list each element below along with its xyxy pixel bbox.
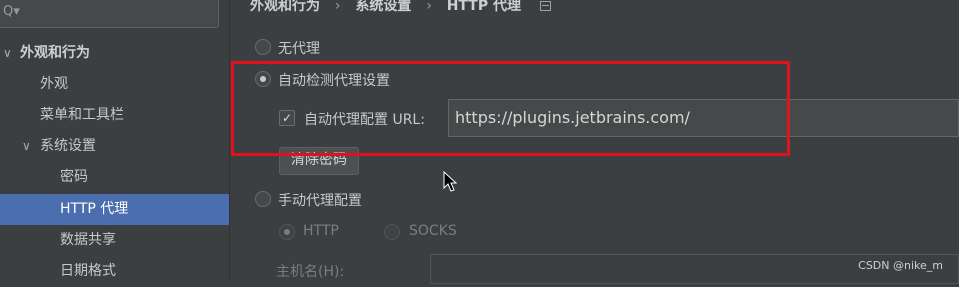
chevron-down-icon[interactable]: ∨ <box>22 131 31 162</box>
breadcrumb-separator: › <box>334 0 341 14</box>
settings-sidebar: Q▾ ∨ 外观和行为 外观 菜单和工具栏 ∨ 系统设置 密码 HTTP 代理 数… <box>0 0 230 280</box>
sidebar-item-label: 数据共享 <box>60 232 116 248</box>
search-input[interactable]: Q▾ <box>0 0 219 28</box>
sidebar-item-appearance[interactable]: 外观 <box>0 69 229 100</box>
breadcrumb-item[interactable]: 外观和行为 <box>250 0 320 14</box>
no-proxy-radio[interactable] <box>255 39 271 55</box>
manual-proxy-label: 手动代理配置 <box>278 193 362 209</box>
sidebar-item-label: 外观和行为 <box>20 45 90 61</box>
sidebar-item-appearance-behavior[interactable]: ∨ 外观和行为 <box>0 38 229 69</box>
http-label: HTTP <box>303 223 339 239</box>
manual-proxy-radio[interactable] <box>255 191 271 207</box>
breadcrumb-item[interactable]: 系统设置 <box>355 0 411 14</box>
chevron-down-icon[interactable]: ∨ <box>3 38 12 69</box>
sidebar-item-passwords[interactable]: 密码 <box>0 162 229 193</box>
watermark: CSDN @nike_m <box>858 259 943 272</box>
sidebar-item-date-formats[interactable]: 日期格式 <box>0 256 229 287</box>
sidebar-item-system-settings[interactable]: ∨ 系统设置 <box>0 131 229 162</box>
breadcrumb-separator: › <box>426 0 432 14</box>
sidebar-item-menus-toolbars[interactable]: 菜单和工具栏 <box>0 100 229 131</box>
socks-label: SOCKS <box>409 223 457 239</box>
settings-content: 外观和行为 › 系统设置 › HTTP 代理 无代理 自动检测代理设置 ✓ 自动… <box>230 0 959 284</box>
sidebar-item-http-proxy[interactable]: HTTP 代理 <box>0 194 229 225</box>
http-radio[interactable] <box>279 224 295 240</box>
sidebar-item-label: 菜单和工具栏 <box>40 107 124 123</box>
socks-radio[interactable] <box>384 224 400 240</box>
sidebar-item-label: 日期格式 <box>60 263 116 279</box>
search-icon: Q▾ <box>3 4 20 19</box>
sidebar-item-label: 密码 <box>60 169 88 185</box>
annotation-highlight-box <box>231 61 790 156</box>
sidebar-item-label: 外观 <box>40 76 68 92</box>
sidebar-item-label: HTTP 代理 <box>60 201 129 217</box>
breadcrumb-item: HTTP 代理 <box>446 0 521 14</box>
no-proxy-label: 无代理 <box>278 41 320 57</box>
mouse-cursor-icon <box>443 171 457 192</box>
sidebar-item-label: 系统设置 <box>40 138 96 154</box>
host-label: 主机名(H): <box>276 264 345 280</box>
project-scope-icon <box>539 1 551 11</box>
breadcrumb: 外观和行为 › 系统设置 › HTTP 代理 <box>250 0 551 16</box>
sidebar-item-data-sharing[interactable]: 数据共享 <box>0 225 229 256</box>
